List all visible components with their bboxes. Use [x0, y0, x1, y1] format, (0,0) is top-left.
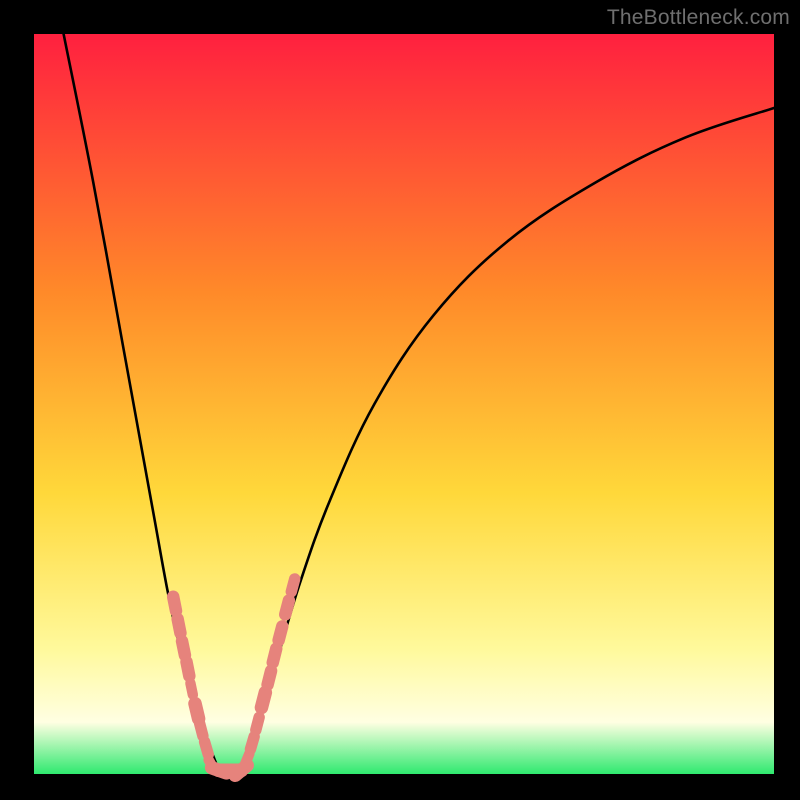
data-marker	[178, 619, 181, 633]
data-marker	[261, 692, 265, 707]
data-marker	[205, 742, 209, 755]
data-marker	[250, 737, 254, 750]
data-marker	[182, 641, 185, 655]
data-marker	[200, 723, 203, 736]
data-marker	[190, 683, 192, 695]
data-marker	[279, 626, 283, 640]
data-marker	[195, 704, 199, 719]
chart-frame: TheBottleneck.com	[0, 0, 800, 800]
data-marker	[187, 662, 190, 676]
data-marker	[173, 597, 176, 611]
bottleneck-chart	[0, 0, 800, 800]
data-marker	[256, 717, 259, 730]
data-marker	[285, 601, 289, 615]
data-marker	[291, 579, 294, 592]
data-marker	[245, 754, 250, 765]
data-marker	[268, 671, 271, 685]
watermark-label: TheBottleneck.com	[607, 6, 790, 30]
data-marker	[273, 649, 276, 663]
plot-background	[34, 34, 774, 774]
